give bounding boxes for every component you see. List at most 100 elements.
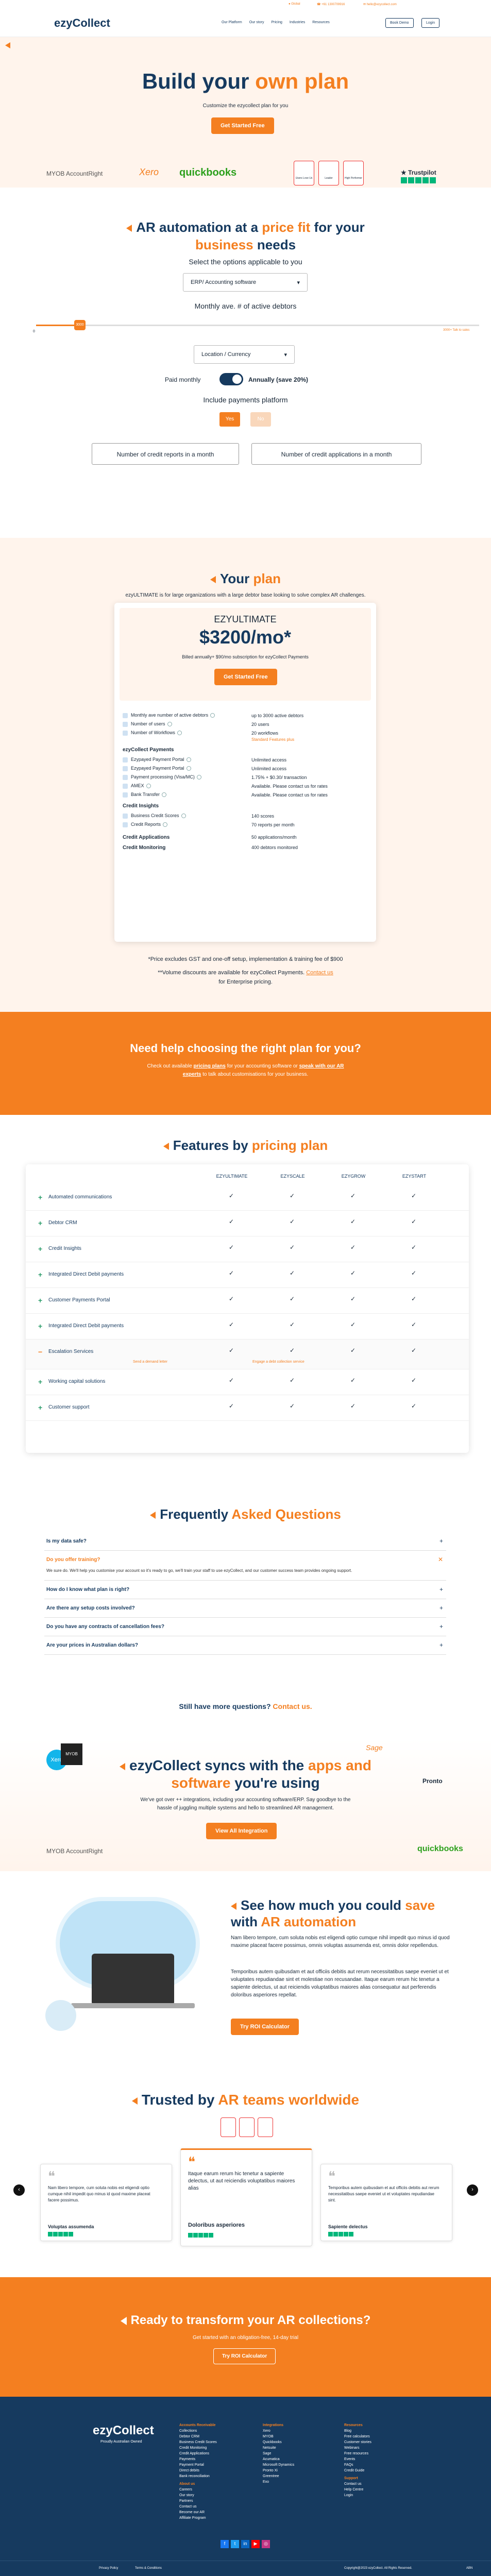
feature-name[interactable]: Credit Insights bbox=[48, 1246, 81, 1251]
twitter-icon[interactable]: t bbox=[231, 2540, 239, 2548]
footer-link[interactable]: Payment Portal bbox=[179, 2462, 217, 2468]
nav-item[interactable]: Industries bbox=[290, 21, 305, 24]
privacy-link[interactable]: Privacy Policy bbox=[99, 2567, 118, 2570]
terms-link[interactable]: Terms & Conditions bbox=[135, 2567, 162, 2570]
plus-icon[interactable]: + bbox=[38, 1245, 42, 1253]
footer-link[interactable]: Credit Monitoring bbox=[179, 2445, 217, 2451]
footer-link[interactable]: Quickbooks bbox=[263, 2439, 294, 2445]
linkedin-icon[interactable]: in bbox=[241, 2540, 249, 2548]
footer-link[interactable]: Exo bbox=[263, 2479, 294, 2485]
footer-link[interactable]: Direct debits bbox=[179, 2468, 217, 2473]
footer-link[interactable]: Free resources bbox=[344, 2451, 371, 2456]
slider-handle[interactable]: 3000 bbox=[74, 320, 86, 330]
youtube-icon[interactable]: ▶ bbox=[251, 2540, 260, 2548]
footer-logo[interactable]: ezyCollect bbox=[93, 2424, 154, 2438]
footer-link[interactable]: Bank reconciliation bbox=[179, 2473, 217, 2479]
footer-link[interactable]: Payments bbox=[179, 2456, 217, 2462]
region-select[interactable]: Location / Currency ▾ bbox=[194, 345, 295, 364]
plus-icon[interactable]: + bbox=[439, 1604, 443, 1612]
pricing-plans-link[interactable]: pricing plans bbox=[194, 1063, 226, 1069]
feature-name[interactable]: Customer support bbox=[48, 1404, 89, 1410]
footer-link[interactable]: Business Credit Scores bbox=[179, 2439, 217, 2445]
debtors-slider[interactable]: 3000 bbox=[36, 320, 479, 330]
footer-link[interactable]: Acumatica bbox=[263, 2456, 294, 2462]
payments-no-button[interactable]: No bbox=[250, 412, 271, 427]
footer-link[interactable]: Become our AR bbox=[179, 2510, 217, 2515]
get-started-button[interactable]: Get Started Free bbox=[211, 117, 274, 134]
credit-reports-field[interactable]: Number of credit reports in a month bbox=[92, 443, 239, 465]
footer-link[interactable]: Help Centre bbox=[344, 2487, 371, 2493]
software-select[interactable]: ERP/ Accounting software ▾ bbox=[183, 273, 308, 292]
faq-contact-link[interactable]: Contact us. bbox=[273, 1702, 312, 1710]
view-integrations-button[interactable]: View All Integration bbox=[206, 1823, 277, 1839]
footer-link[interactable]: MYOB bbox=[263, 2434, 294, 2439]
footer-link[interactable]: Greentree bbox=[263, 2473, 294, 2479]
slider-max[interactable]: 3000+ Talk to sales bbox=[443, 329, 469, 332]
nav-item[interactable]: Resources bbox=[312, 21, 329, 24]
footer-link[interactable]: Webinars bbox=[344, 2445, 371, 2451]
footer-link[interactable]: Xero bbox=[263, 2428, 294, 2434]
feature-name[interactable]: Integrated Direct Debit payments bbox=[48, 1323, 124, 1329]
nav-item[interactable]: Pricing bbox=[271, 21, 282, 24]
plus-icon[interactable]: + bbox=[38, 1378, 42, 1386]
billing-toggle[interactable] bbox=[219, 373, 243, 385]
footer-link[interactable]: Careers bbox=[179, 2487, 217, 2493]
faq-item[interactable]: Are your prices in Australian dollars? + bbox=[44, 1636, 446, 1655]
payments-yes-button[interactable]: Yes bbox=[219, 412, 240, 427]
book-demo-button[interactable]: Book Demo bbox=[385, 18, 414, 28]
footer-link[interactable]: Credit Applications bbox=[179, 2451, 217, 2456]
footer-link[interactable]: Collections bbox=[179, 2428, 217, 2434]
footer-link[interactable]: Credit Guide bbox=[344, 2468, 371, 2473]
footer-link[interactable]: Debtor CRM bbox=[179, 2434, 217, 2439]
email-link[interactable]: ✉ hello@ezycollect.com bbox=[363, 3, 397, 6]
footer-link[interactable]: Login bbox=[344, 2493, 371, 2498]
footer-link[interactable]: Microsoft Dynamics bbox=[263, 2462, 294, 2468]
close-icon[interactable]: ✕ bbox=[438, 1556, 443, 1563]
plus-icon[interactable]: + bbox=[38, 1193, 42, 1201]
plus-icon[interactable]: + bbox=[38, 1322, 42, 1330]
footer-link[interactable]: Customer stories bbox=[344, 2439, 371, 2445]
footer-link[interactable]: Contact us bbox=[179, 2504, 217, 2510]
plus-icon[interactable]: + bbox=[38, 1296, 42, 1304]
footer-link[interactable]: Events bbox=[344, 2456, 371, 2462]
footer-link[interactable]: Pronto Xi bbox=[263, 2468, 294, 2473]
minus-icon[interactable]: − bbox=[38, 1348, 42, 1356]
footer-link[interactable]: Affiliate Program bbox=[179, 2515, 217, 2521]
faq-item[interactable]: Is my data safe? + bbox=[44, 1532, 446, 1551]
footer-link[interactable]: Free calculators bbox=[344, 2434, 371, 2439]
next-arrow-icon[interactable]: › bbox=[467, 2184, 478, 2196]
plus-icon[interactable]: + bbox=[439, 1586, 443, 1593]
footer-link[interactable]: Blog bbox=[344, 2428, 371, 2434]
phone-link[interactable]: ☎ +61 1300709916 bbox=[317, 3, 345, 6]
footer-link[interactable]: Contact us bbox=[344, 2481, 371, 2487]
footer-link[interactable]: Partners bbox=[179, 2498, 217, 2504]
facebook-icon[interactable]: f bbox=[221, 2540, 229, 2548]
plus-icon[interactable]: + bbox=[38, 1219, 42, 1227]
feature-name[interactable]: Debtor CRM bbox=[48, 1220, 77, 1226]
footer-link[interactable]: Sage bbox=[263, 2451, 294, 2456]
feature-name[interactable]: Working capital solutions bbox=[48, 1379, 105, 1384]
plus-icon[interactable]: + bbox=[38, 1270, 42, 1279]
feature-name[interactable]: Escalation Services bbox=[48, 1349, 93, 1354]
logo[interactable]: ezyCollect bbox=[54, 16, 110, 30]
footer-link[interactable]: Our story bbox=[179, 2493, 217, 2498]
feature-name[interactable]: Integrated Direct Debit payments bbox=[48, 1272, 124, 1277]
roi-calculator-button[interactable]: Try ROI Calculator bbox=[231, 2019, 299, 2035]
nav-item[interactable]: Our Platform bbox=[222, 21, 242, 24]
plus-icon[interactable]: + bbox=[439, 1641, 443, 1649]
region-link[interactable]: ● Global bbox=[289, 3, 300, 6]
footer-link[interactable]: Netsuite bbox=[263, 2445, 294, 2451]
credit-apps-field[interactable]: Number of credit applications in a month bbox=[251, 443, 421, 465]
plus-icon[interactable]: + bbox=[439, 1537, 443, 1545]
ready-roi-button[interactable]: Try ROI Calculator bbox=[213, 2348, 276, 2364]
login-button[interactable]: Login bbox=[421, 18, 440, 28]
feature-name[interactable]: Automated communications bbox=[48, 1194, 112, 1200]
instagram-icon[interactable]: ◎ bbox=[262, 2540, 270, 2548]
plan-get-started-button[interactable]: Get Started Free bbox=[214, 669, 277, 685]
prev-arrow-icon[interactable]: ‹ bbox=[13, 2184, 25, 2196]
faq-item[interactable]: Do you have any contracts of cancellatio… bbox=[44, 1618, 446, 1636]
footer-link[interactable]: FAQs bbox=[344, 2462, 371, 2468]
feature-name[interactable]: Customer Payments Portal bbox=[48, 1297, 110, 1303]
plus-icon[interactable]: + bbox=[439, 1623, 443, 1630]
nav-item[interactable]: Our story bbox=[249, 21, 264, 24]
